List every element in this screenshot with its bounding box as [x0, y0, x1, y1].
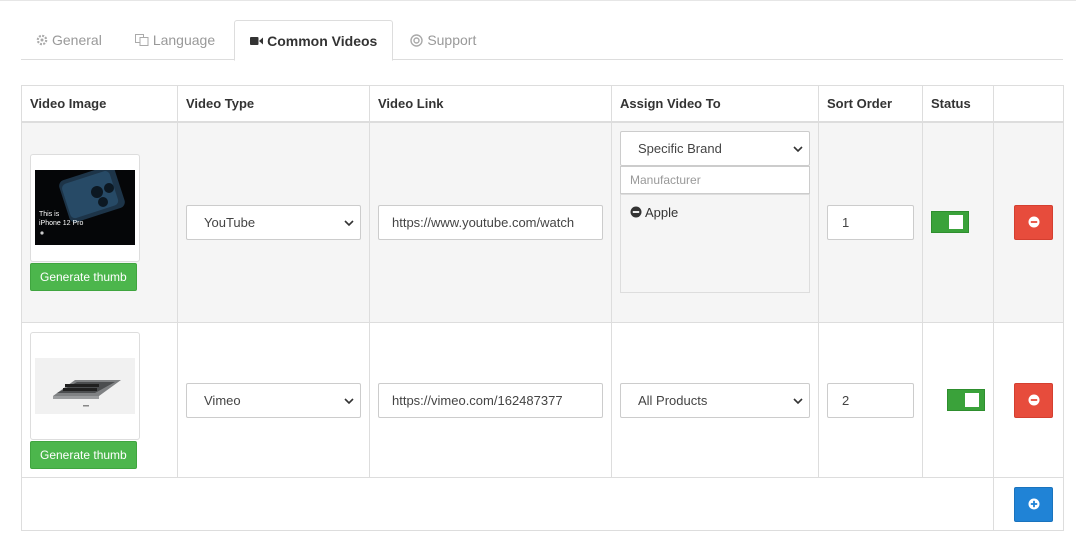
actions-cell — [993, 322, 1064, 478]
header-video-image: Video Image — [21, 85, 178, 123]
minus-circle-icon[interactable] — [630, 206, 642, 218]
tab-general-label: General — [52, 32, 102, 48]
thumb-caption-line1: This is — [39, 211, 60, 218]
thumb-caption-line2: iPhone 12 Pro — [39, 220, 83, 227]
assign-video-select[interactable]: Specific Brand — [620, 130, 810, 166]
module-panel: General Language Common Videos Support V… — [0, 0, 1076, 559]
table-header-row: Video Image Video Type Video Link Assign… — [21, 85, 1064, 123]
status-toggle[interactable] — [947, 389, 985, 411]
tab-support[interactable]: Support — [395, 20, 491, 60]
header-sort-order: Sort Order — [818, 85, 923, 123]
sort-order-input[interactable]: 2 — [827, 382, 914, 418]
video-thumbnail[interactable]: This is iPhone 12 Pro — [30, 153, 140, 262]
assign-video-cell: All Products — [611, 322, 819, 478]
video-type-cell: YouTube — [177, 121, 370, 323]
table-row: Generate thumb Vimeo https://vimeo.com/1… — [21, 322, 1064, 478]
video-link-input[interactable]: https://www.youtube.com/watch — [378, 204, 603, 240]
chevron-down-icon — [344, 215, 354, 230]
video-camera-icon — [250, 36, 264, 46]
tab-common-videos-label: Common Videos — [267, 32, 378, 49]
table-footer-row — [21, 477, 1064, 531]
video-link-cell: https://vimeo.com/162487377 — [369, 322, 612, 478]
video-type-select[interactable]: Vimeo — [186, 382, 361, 418]
video-type-cell: Vimeo — [177, 322, 370, 478]
video-link-input[interactable]: https://vimeo.com/162487377 — [378, 382, 603, 418]
status-cell — [922, 322, 994, 478]
tab-language[interactable]: Language — [120, 20, 230, 60]
footer-actions-cell — [993, 477, 1064, 531]
life-ring-icon — [410, 33, 424, 47]
header-video-link: Video Link — [369, 85, 612, 123]
status-cell — [922, 121, 994, 323]
assign-video-value: Specific Brand — [638, 140, 722, 156]
gear-icon — [36, 34, 48, 46]
header-video-type: Video Type — [177, 85, 370, 123]
sort-order-input[interactable]: 1 — [827, 204, 914, 240]
videos-table: Video Image Video Type Video Link Assign… — [21, 85, 1064, 531]
video-image-cell: This is iPhone 12 Pro Generate thumb — [21, 121, 178, 323]
status-toggle[interactable] — [931, 211, 969, 234]
manufacturer-input[interactable]: Manufacturer — [620, 165, 810, 194]
manufacturer-name: Apple — [645, 204, 679, 220]
tab-language-label: Language — [152, 32, 216, 48]
manufacturer-item: Apple — [630, 205, 800, 220]
generate-thumb-button[interactable]: Generate thumb — [30, 440, 137, 469]
sort-order-cell: 1 — [818, 121, 923, 323]
tab-common-videos[interactable]: Common Videos — [234, 20, 394, 61]
language-icon — [134, 34, 149, 46]
minus-circle-icon — [1028, 394, 1040, 406]
manufacturer-list: Apple — [620, 193, 810, 293]
header-actions — [993, 85, 1064, 123]
assign-video-select[interactable]: All Products — [620, 382, 810, 418]
tab-general[interactable]: General — [21, 20, 117, 60]
header-status: Status — [922, 85, 994, 123]
video-type-value: Vimeo — [204, 392, 241, 408]
remove-video-button[interactable] — [1014, 204, 1053, 240]
minus-circle-icon — [1028, 216, 1040, 228]
footer-empty-cell — [21, 477, 994, 531]
chevron-down-icon — [344, 393, 354, 408]
remove-video-button[interactable] — [1014, 382, 1053, 418]
tab-support-label: Support — [427, 32, 477, 48]
actions-cell — [993, 121, 1064, 323]
video-type-value: YouTube — [204, 214, 256, 230]
assign-video-cell: Specific Brand Manufacturer Apple — [611, 121, 819, 323]
video-thumbnail[interactable] — [30, 331, 140, 440]
sort-order-cell: 2 — [818, 322, 923, 478]
table-row: This is iPhone 12 Pro Generate thumb You… — [21, 121, 1064, 323]
video-link-cell: https://www.youtube.com/watch — [369, 121, 612, 323]
chevron-down-icon — [793, 141, 803, 156]
assign-video-value: All Products — [638, 392, 708, 408]
video-image-cell: Generate thumb — [21, 322, 178, 478]
chevron-down-icon — [793, 393, 803, 408]
tab-bar: General Language Common Videos Support — [21, 20, 1063, 61]
header-assign-video-to: Assign Video To — [611, 85, 819, 123]
generate-thumb-button[interactable]: Generate thumb — [30, 262, 137, 291]
iphone-thumbnail-image: This is iPhone 12 Pro — [35, 170, 135, 246]
video-type-select[interactable]: YouTube — [186, 204, 361, 240]
device-thumbnail-image — [35, 357, 135, 414]
plus-circle-icon — [1028, 498, 1040, 510]
add-video-button[interactable] — [1014, 486, 1053, 522]
